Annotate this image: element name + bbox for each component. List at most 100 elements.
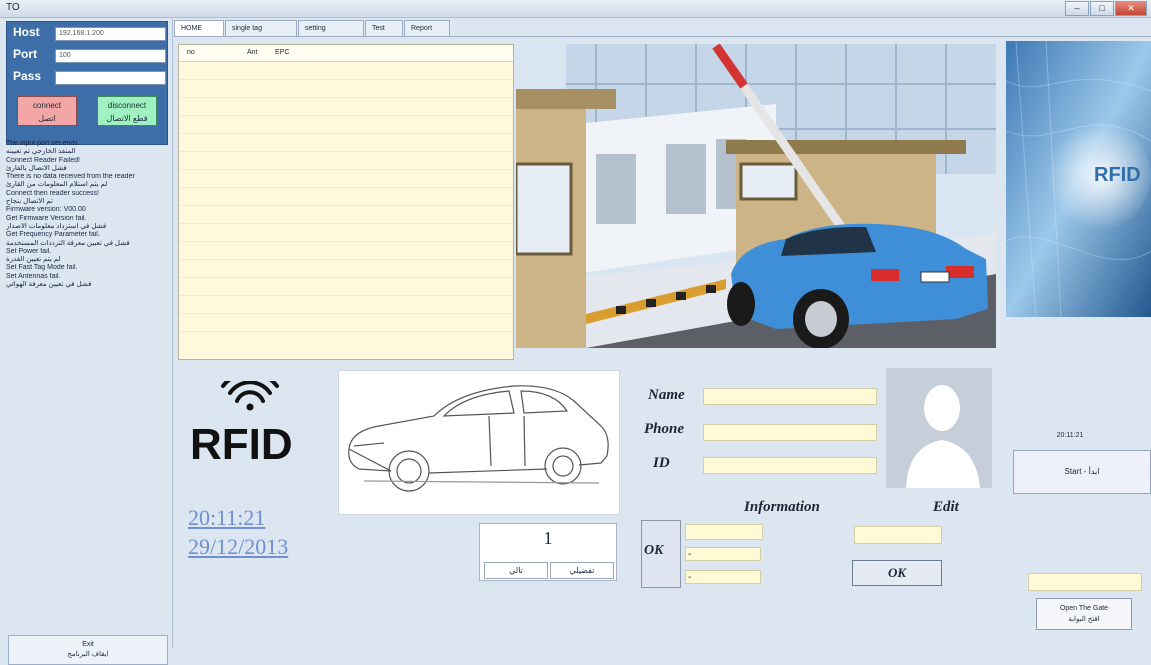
gate-field[interactable] bbox=[1028, 573, 1142, 591]
ok-right-button[interactable]: OK bbox=[852, 560, 942, 586]
clock-display: 20:11:21 29/12/2013 bbox=[188, 503, 288, 561]
disconnect-button[interactable]: disconnect قطع الاتصال bbox=[97, 96, 157, 126]
port-input[interactable]: 100 bbox=[55, 49, 166, 63]
id-field[interactable] bbox=[703, 457, 877, 474]
table-row bbox=[179, 241, 513, 242]
tab-home[interactable]: HOME bbox=[174, 20, 224, 36]
log-line: لم يتم استلام المعلومات من القارئ bbox=[6, 181, 108, 189]
exit-button[interactable]: Exit ايقاف البرنامج bbox=[8, 635, 168, 665]
table-row bbox=[179, 205, 513, 206]
log-line: Get Firmware Version fail. bbox=[6, 214, 87, 222]
gate-scene-image bbox=[516, 44, 996, 348]
port-label: Port bbox=[13, 47, 37, 61]
log-line: المنفذ الخارجي تم تعيينه bbox=[6, 148, 76, 156]
table-row bbox=[179, 331, 513, 332]
info-field-1[interactable] bbox=[685, 524, 763, 540]
log-line: Connect then reader success! bbox=[6, 189, 99, 197]
open-gate-label: Open The Gate bbox=[1059, 605, 1109, 612]
maximize-button[interactable]: □ bbox=[1090, 1, 1114, 16]
log-line: Connect Reader Failed! bbox=[6, 156, 80, 164]
rfid-banner-image: RFID bbox=[1006, 41, 1151, 317]
pass-input[interactable] bbox=[55, 71, 166, 85]
rfid-logo-text: RFID bbox=[190, 420, 293, 465]
log-line: Get Frequency Parameter fail. bbox=[6, 231, 100, 239]
connect-label-ar: اتصل bbox=[38, 114, 56, 123]
table-row bbox=[179, 115, 513, 116]
log-line: Firmware version: V00.00 bbox=[6, 206, 86, 214]
table-row bbox=[179, 295, 513, 296]
connect-button[interactable]: connect اتصل bbox=[17, 96, 77, 126]
info-field-3[interactable]: - bbox=[685, 570, 761, 584]
column-header-no: no bbox=[187, 49, 195, 56]
tag-table[interactable]: no Ant EPC bbox=[178, 44, 514, 360]
pass-label: Pass bbox=[13, 69, 42, 83]
start-button[interactable]: Start - ابدأ bbox=[1013, 450, 1151, 494]
tab-single-tag[interactable]: single tag bbox=[225, 20, 297, 36]
connection-box: Host 192.168.1.200 Port 100 Pass connect… bbox=[6, 21, 168, 145]
table-row bbox=[179, 223, 513, 224]
log-line: فشل في تعيين معرفة الهوائي bbox=[6, 281, 92, 289]
tab-setting[interactable]: setting bbox=[298, 20, 364, 36]
log-line: Set Power fail. bbox=[6, 247, 52, 255]
clock-time: 20:11:21 bbox=[188, 505, 266, 530]
phone-label: Phone bbox=[644, 421, 685, 437]
svg-text:RFID: RFID bbox=[1094, 164, 1141, 186]
close-button[interactable]: ✕ bbox=[1115, 1, 1147, 16]
rfid-logo: RFID bbox=[190, 370, 302, 469]
window-title: TO bbox=[6, 2, 20, 13]
tab-divider bbox=[174, 36, 1151, 37]
column-header-ant: Ant bbox=[247, 49, 258, 56]
minimize-button[interactable]: – bbox=[1065, 1, 1089, 16]
table-row bbox=[179, 133, 513, 134]
next-button[interactable]: تالي bbox=[484, 562, 548, 579]
log-line: فشل في تعيين معرفة الترددات المستخدمة bbox=[6, 239, 130, 247]
log-line: The input port set ends. bbox=[6, 140, 80, 147]
phone-field[interactable] bbox=[703, 424, 877, 441]
table-header: no Ant EPC bbox=[179, 45, 513, 62]
preferred-button[interactable]: تفضيلي bbox=[550, 562, 614, 579]
open-gate-label-ar: افتح البوابة bbox=[1068, 616, 1100, 623]
log-line: فشل في استرداد معلومات الاصدار bbox=[6, 222, 107, 230]
information-label: Information bbox=[744, 499, 820, 515]
ok-left-button[interactable]: OK bbox=[641, 520, 681, 588]
connect-label: connect bbox=[32, 101, 62, 110]
person-photo bbox=[886, 368, 992, 488]
tab-report[interactable]: Report bbox=[404, 20, 450, 36]
tab-bar: HOME single tag setting Test Report bbox=[174, 20, 451, 36]
vehicle-counter: 1 تالي تفضيلي bbox=[479, 523, 617, 581]
log-line: Set Antennas fail. bbox=[6, 272, 61, 280]
right-clock: 20:11:21 bbox=[1056, 432, 1084, 439]
column-header-epc: EPC bbox=[275, 49, 290, 56]
clock-date: 29/12/2013 bbox=[188, 534, 289, 559]
ok-left-label: OK bbox=[644, 543, 664, 558]
log-line: Set Fast Tag Mode fail. bbox=[6, 264, 78, 272]
exit-label-ar: ايقاف البرنامج bbox=[67, 651, 109, 658]
table-row bbox=[179, 187, 513, 188]
log-line: فشل الاتصال بالقارئ bbox=[6, 164, 67, 172]
window-controls: – □ ✕ bbox=[1064, 1, 1147, 16]
edit-label: Edit bbox=[933, 499, 959, 515]
car-sketch-image bbox=[338, 370, 620, 515]
info-field-2-dash: - bbox=[688, 549, 692, 560]
name-field[interactable] bbox=[703, 388, 877, 405]
tab-test[interactable]: Test bbox=[365, 20, 403, 36]
open-gate-button[interactable]: Open The Gate افتح البوابة bbox=[1036, 598, 1132, 630]
table-row bbox=[179, 151, 513, 152]
info-field-2[interactable]: - bbox=[685, 547, 761, 561]
edit-field[interactable] bbox=[854, 526, 942, 544]
table-row bbox=[179, 259, 513, 260]
table-row bbox=[179, 169, 513, 170]
counter-value: 1 bbox=[543, 528, 553, 548]
table-row bbox=[179, 313, 513, 314]
left-panel: Host 192.168.1.200 Port 100 Pass connect… bbox=[0, 18, 173, 665]
log-list: The input port set ends. المنفذ الخارجي … bbox=[6, 140, 170, 289]
log-line: There is no data received from the reade… bbox=[6, 173, 135, 181]
host-input[interactable]: 192.168.1.200 bbox=[55, 27, 166, 41]
host-label: Host bbox=[13, 25, 40, 39]
exit-label: Exit bbox=[82, 641, 94, 648]
title-bar: TO – □ ✕ bbox=[0, 0, 1151, 18]
table-row bbox=[179, 79, 513, 80]
id-label: ID bbox=[653, 455, 670, 471]
name-label: Name bbox=[648, 387, 685, 403]
table-row bbox=[179, 277, 513, 278]
